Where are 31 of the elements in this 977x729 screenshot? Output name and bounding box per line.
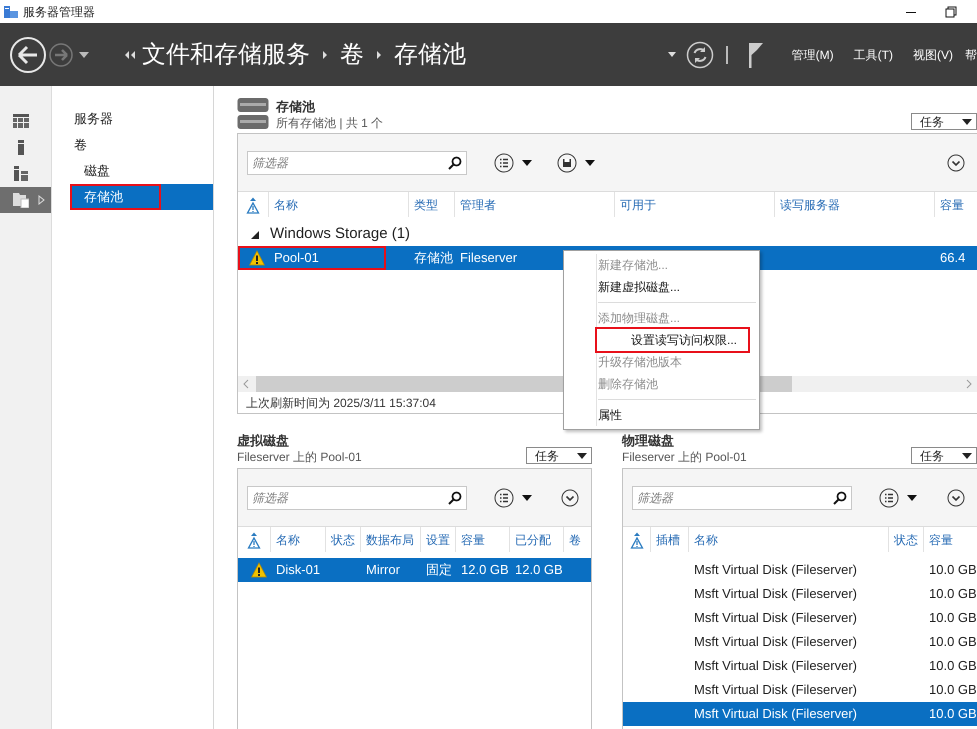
table-cell: Msft Virtual Disk (Fileserver) [694,634,858,650]
table-cell: Msft Virtual Disk (Fileserver) [694,562,858,578]
table-cell: Msft Virtual Disk (Fileserver) [694,610,858,626]
table-cell: 66.4 [940,250,966,266]
table-cell: Fileserver [460,250,518,266]
section-title: 虚拟磁盘 [237,432,290,449]
section-subtitle: Fileserver 上的 Pool-01 [237,449,362,465]
table-cell: Msft Virtual Disk (Fileserver) [694,658,858,674]
table-cell: 12.0 GB [461,562,509,578]
table-cell: Msft Virtual Disk (Fileserver) [694,706,858,722]
table-cell: 固定 [426,562,452,578]
section-title: 存储池 [276,98,316,115]
table-cell: Pool-01 [274,250,319,266]
table-cell: 10.0 GB [929,682,977,698]
table-cell: Mirror [366,562,400,578]
table-cell: 存储池 [414,250,453,266]
table-cell: 10.0 GB [929,634,977,650]
table-cell: 12.0 GB [515,562,563,578]
section-subtitle: Fileserver 上的 Pool-01 [622,449,747,465]
window-title: 服务器管理器 [23,4,95,20]
table-cell: 10.0 GB [929,610,977,626]
table-cell: Disk-01 [276,562,320,578]
table-cell: 10.0 GB [929,658,977,674]
section-subtitle: 所有存储池 | 共 1 个 [276,115,384,131]
last-refresh-text: 上次刷新时间为 2025/3/11 15:37:04 [245,394,437,412]
section-title: 物理磁盘 [622,432,675,449]
table-cell: Msft Virtual Disk (Fileserver) [694,682,858,698]
table-cell: 10.0 GB [929,586,977,602]
table-cell: 10.0 GB [929,562,977,578]
table-cell: 10.0 GB [929,706,977,722]
table-cell: Msft Virtual Disk (Fileserver) [694,586,858,602]
